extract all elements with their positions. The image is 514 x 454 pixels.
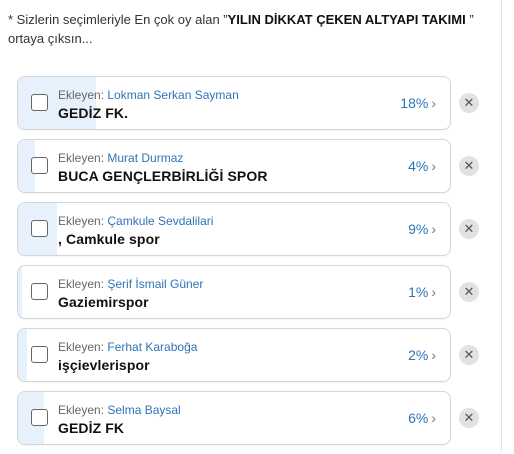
poll-option: Ekleyen: Lokman Serkan Sayman GEDİZ FK. … [17, 76, 487, 130]
option-added-by: Ekleyen: Lokman Serkan Sayman [58, 88, 239, 102]
option-added-by: Ekleyen: Ferhat Karaboğa [58, 340, 197, 354]
prompt-prefix: * Sizlerin seçimleriyle En çok oy alan ” [8, 12, 228, 27]
option-team-name: Gaziemirspor [58, 294, 149, 310]
chevron-right-icon: › [431, 410, 436, 426]
vote-share-bar [18, 266, 23, 318]
added-by-label: Ekleyen: [58, 214, 108, 228]
option-percent[interactable]: 2% › [408, 346, 436, 364]
chevron-right-icon: › [431, 158, 436, 174]
option-checkbox[interactable] [31, 220, 48, 237]
chevron-right-icon: › [431, 347, 436, 363]
remove-option-close-icon[interactable]: ✕ [459, 408, 479, 428]
poll-option: Ekleyen: Ferhat Karaboğa işçievlerispor … [17, 328, 487, 382]
option-author[interactable]: Lokman Serkan Sayman [107, 88, 238, 102]
option-card[interactable]: Ekleyen: Çamkule Sevdalilari , Camkule s… [17, 202, 451, 256]
poll-option: Ekleyen: Çamkule Sevdalilari , Camkule s… [17, 202, 487, 256]
remove-option-close-icon[interactable]: ✕ [459, 93, 479, 113]
page-divider [501, 0, 502, 451]
chevron-right-icon: › [431, 221, 436, 237]
option-author[interactable]: Selma Baysal [107, 403, 180, 417]
option-card[interactable]: Ekleyen: Murat Durmaz BUCA GENÇLERBİRLİĞ… [17, 139, 451, 193]
option-percent[interactable]: 4% › [408, 157, 436, 175]
option-percent[interactable]: 1% › [408, 283, 436, 301]
percent-value: 6% [408, 410, 429, 426]
percent-value: 18% [400, 95, 429, 111]
option-percent[interactable]: 6% › [408, 409, 436, 427]
option-percent[interactable]: 9% › [408, 220, 436, 238]
percent-value: 2% [408, 347, 429, 363]
vote-share-bar [18, 329, 27, 381]
option-author[interactable]: Çamkule Sevdalilari [107, 214, 213, 228]
option-team-name: GEDİZ FK [58, 420, 125, 436]
poll-option: Ekleyen: Selma Baysal GEDİZ FK 6% › ✕ [17, 391, 487, 445]
option-added-by: Ekleyen: Murat Durmaz [58, 151, 183, 165]
chevron-right-icon: › [431, 284, 436, 300]
option-author[interactable]: Şerif İsmail Güner [107, 277, 203, 291]
percent-value: 1% [408, 284, 429, 300]
poll-prompt: * Sizlerin seçimleriyle En çok oy alan ”… [8, 10, 486, 48]
option-team-name: , Camkule spor [58, 231, 160, 247]
option-team-name: işçievlerispor [58, 357, 150, 373]
option-added-by: Ekleyen: Şerif İsmail Güner [58, 277, 203, 291]
option-checkbox[interactable] [31, 94, 48, 111]
option-card[interactable]: Ekleyen: Lokman Serkan Sayman GEDİZ FK. … [17, 76, 451, 130]
option-team-name: BUCA GENÇLERBİRLİĞİ SPOR [58, 168, 268, 184]
option-checkbox[interactable] [31, 346, 48, 363]
remove-option-close-icon[interactable]: ✕ [459, 345, 479, 365]
option-checkbox[interactable] [31, 283, 48, 300]
option-checkbox[interactable] [31, 409, 48, 426]
option-author[interactable]: Ferhat Karaboğa [107, 340, 197, 354]
percent-value: 9% [408, 221, 429, 237]
prompt-highlight: YILIN DİKKAT ÇEKEN ALTYAPI TAKIMI [227, 12, 466, 27]
option-author[interactable]: Murat Durmaz [107, 151, 183, 165]
option-added-by: Ekleyen: Çamkule Sevdalilari [58, 214, 213, 228]
option-team-name: GEDİZ FK. [58, 105, 129, 121]
option-checkbox[interactable] [31, 157, 48, 174]
poll-option: Ekleyen: Şerif İsmail Güner Gaziemirspor… [17, 265, 487, 319]
option-card[interactable]: Ekleyen: Selma Baysal GEDİZ FK 6% › [17, 391, 451, 445]
poll-options-list: Ekleyen: Lokman Serkan Sayman GEDİZ FK. … [17, 76, 487, 454]
remove-option-close-icon[interactable]: ✕ [459, 282, 479, 302]
added-by-label: Ekleyen: [58, 277, 108, 291]
added-by-label: Ekleyen: [58, 88, 108, 102]
option-card[interactable]: Ekleyen: Şerif İsmail Güner Gaziemirspor… [17, 265, 451, 319]
remove-option-close-icon[interactable]: ✕ [459, 219, 479, 239]
added-by-label: Ekleyen: [58, 403, 108, 417]
remove-option-close-icon[interactable]: ✕ [459, 156, 479, 176]
added-by-label: Ekleyen: [58, 340, 108, 354]
option-added-by: Ekleyen: Selma Baysal [58, 403, 181, 417]
option-card[interactable]: Ekleyen: Ferhat Karaboğa işçievlerispor … [17, 328, 451, 382]
option-percent[interactable]: 18% › [400, 94, 436, 112]
percent-value: 4% [408, 158, 429, 174]
poll-option: Ekleyen: Murat Durmaz BUCA GENÇLERBİRLİĞ… [17, 139, 487, 193]
chevron-right-icon: › [431, 95, 436, 111]
added-by-label: Ekleyen: [58, 151, 108, 165]
